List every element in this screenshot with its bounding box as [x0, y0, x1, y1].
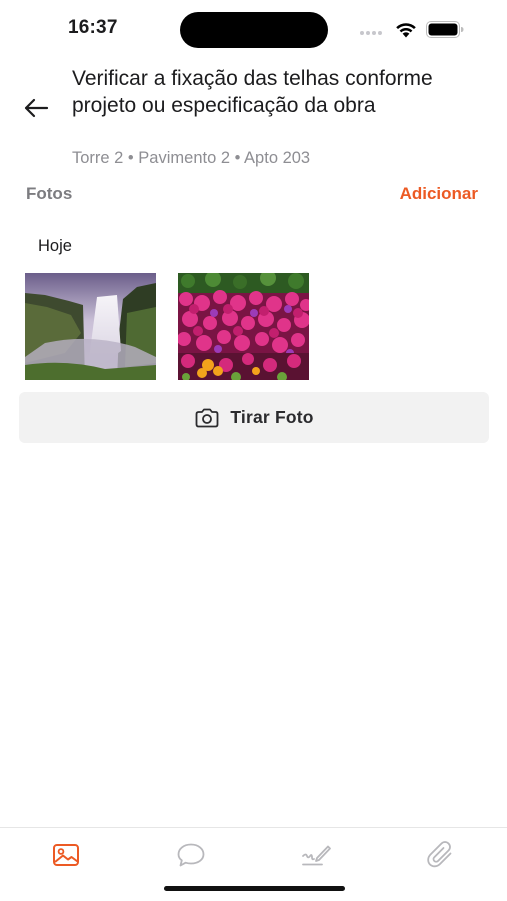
tab-signature[interactable]	[296, 838, 336, 872]
signature-icon	[302, 845, 331, 866]
wifi-icon	[396, 23, 416, 38]
photo-thumbnail-flowers[interactable]	[178, 273, 309, 380]
waterfall-photo	[25, 273, 156, 380]
take-photo-label: Tirar Foto	[230, 407, 314, 427]
arrow-left-icon	[24, 98, 49, 118]
flowers-photo	[178, 273, 309, 380]
tab-comments[interactable]	[171, 838, 211, 872]
home-indicator	[164, 886, 345, 891]
photos-icon	[53, 844, 79, 866]
photo-thumbnail-waterfall[interactable]	[25, 273, 156, 380]
tab-attachments[interactable]	[421, 838, 461, 872]
tab-photos[interactable]	[46, 838, 86, 872]
take-photo-button[interactable]: Tirar Foto	[19, 392, 489, 443]
photos-section-label: Fotos	[26, 184, 73, 203]
comment-icon	[177, 843, 205, 867]
status-bar: 16:37	[0, 0, 507, 58]
dynamic-island	[180, 12, 328, 48]
cellular-signal-icon	[360, 31, 384, 35]
date-group-label: Hoje	[38, 237, 72, 255]
attachment-icon	[427, 841, 452, 868]
add-photo-button[interactable]: Adicionar	[400, 184, 478, 204]
camera-icon	[195, 408, 219, 427]
task-location-breadcrumb: Torre 2 • Pavimento 2 • Apto 203	[72, 149, 311, 167]
status-time: 16:37	[68, 17, 118, 38]
back-button[interactable]	[20, 92, 52, 124]
task-title: Verificar a fixação das telhas conforme …	[72, 67, 433, 117]
battery-icon	[426, 21, 464, 38]
